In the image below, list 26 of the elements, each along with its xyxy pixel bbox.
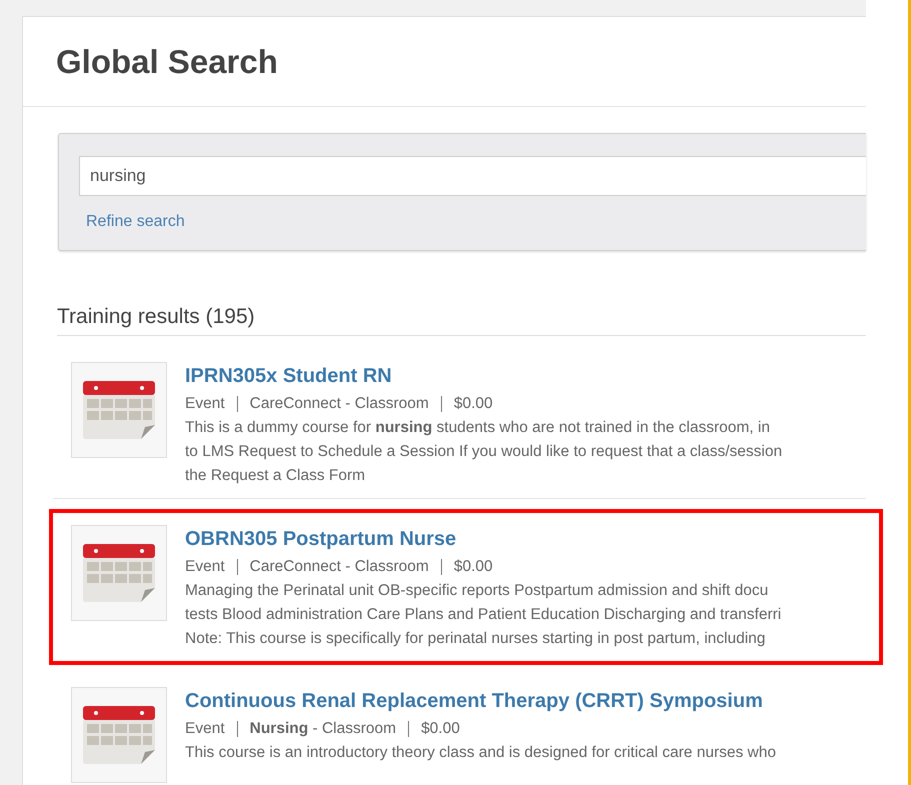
page-title: Global Search xyxy=(56,45,278,78)
calendar-icon xyxy=(83,378,155,440)
results-heading: Training results (195) xyxy=(57,304,256,330)
calendar-icon xyxy=(83,542,155,604)
description-line: Managing the Perinatal unit OB-specific reports Postpartum admission and shift docu xyxy=(185,580,770,600)
course-title-link[interactable]: IPRN305x Student RN xyxy=(185,362,782,390)
calendar-icon xyxy=(83,704,155,766)
type-text: Event xyxy=(185,718,225,738)
description-line: This course is an introductory theory class and is designed for critical care nurses who xyxy=(185,742,776,762)
course-title-link[interactable]: Continuous Renal Replacement Therapy (CRRT) Symposium xyxy=(185,686,776,714)
description-line: the Request a Class Form xyxy=(185,466,366,486)
course-title-link[interactable]: OBRN305 Postpartum Nurse xyxy=(185,524,782,552)
category-text: CareConnect - Classroom xyxy=(250,394,429,414)
description-line: Note: This course is specifically for perinatal nurses starting in post partum, including xyxy=(185,628,766,648)
price-text: $0.00 xyxy=(421,718,460,738)
description-line: tests Blood administration Care Plans and Patient Education Discharging and transferri xyxy=(185,604,782,624)
category-text: CareConnect - Classroom xyxy=(250,556,429,576)
price-text: $0.00 xyxy=(454,556,493,576)
description-line: to LMS Request to Schedule a Session If you would like to request that a class/session xyxy=(185,442,782,462)
category-text: Nursing - Classroom xyxy=(250,718,396,738)
type-text: Event xyxy=(185,394,225,414)
refine-search-link[interactable]: Refine search xyxy=(86,210,185,234)
type-text: Event xyxy=(185,556,225,576)
search-field[interactable]: nursing xyxy=(79,156,866,196)
price-text: $0.00 xyxy=(454,394,493,414)
description-line: This is a dummy course for nursing students who are not trained in the classroom, in xyxy=(185,418,771,438)
